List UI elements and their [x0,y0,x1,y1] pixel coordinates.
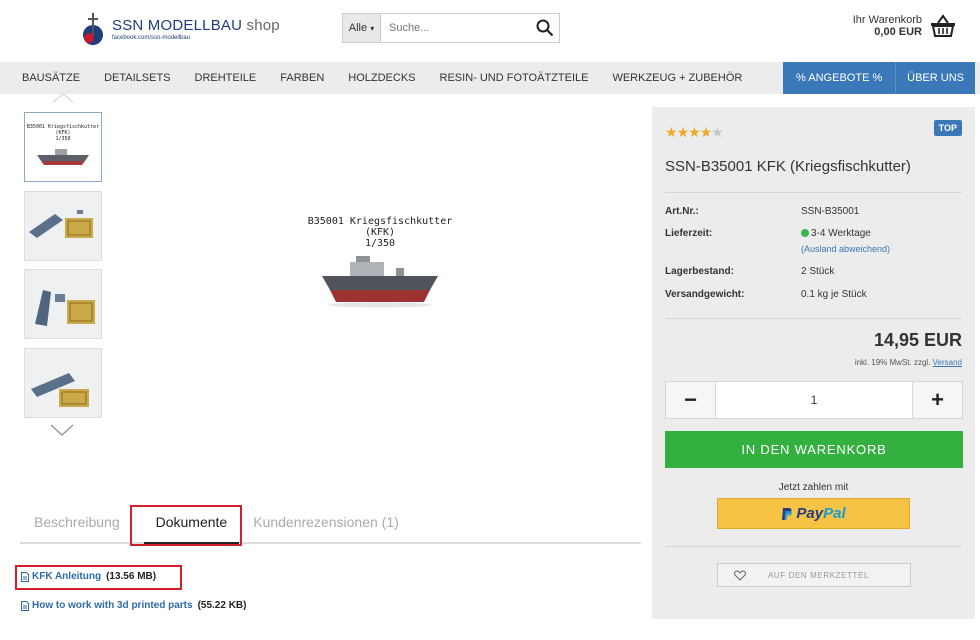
stock-value: 2 Stück [801,266,835,277]
divider [665,192,962,193]
search-button[interactable] [531,14,559,42]
nav-item-holzdecks[interactable]: HOLZDECKS [336,62,427,94]
star-empty-icon: ★ [711,124,724,140]
product-tabs: Beschreibung Dokumente Kundenrezensionen… [20,506,641,544]
delivery-value: 3-4 Werktage [801,228,871,239]
nav-item-werkzeug-zubehoer[interactable]: WERKZEUG + ZUBEHÖR [600,62,754,94]
caret-down-icon: ▾ [370,23,375,33]
document-link-3d-printed-parts[interactable]: How to work with 3d printed parts (55.22… [21,600,246,611]
stock-label: Lagerbestand: [665,266,734,277]
tab-kundenrezensionen[interactable]: Kundenrezensionen (1) [253,514,399,542]
rating-stars[interactable]: ★★★★★ [665,124,724,141]
site-logo[interactable]: SSN MODELLBAU shop facebook.com/ssn-mode… [80,8,280,50]
anchor-logo-icon [80,11,106,47]
highlight-box [15,565,182,590]
highlight-box [130,505,242,546]
site-header: SSN MODELLBAU shop facebook.com/ssn-mode… [0,0,980,62]
nav-item-drehteile[interactable]: DREHTEILE [183,62,269,94]
tab-beschreibung[interactable]: Beschreibung [34,514,120,542]
cart-total: 0,00 EUR [874,26,922,38]
parts-photo-image [25,270,101,338]
logo-title: SSN MODELLBAU [112,17,243,34]
wishlist-label: AUF DEN MERKZETTEL [768,570,870,580]
ship-model-image [322,256,438,308]
quantity-increase-button[interactable]: + [912,382,962,418]
top-badge: TOP [933,120,962,136]
logo-subtitle: facebook.com/ssn-modellbau [112,35,191,41]
add-to-cart-button[interactable]: IN DEN WARENKORB [665,431,963,468]
document-name[interactable]: How to work with 3d printed parts [32,600,193,611]
thumbnail-4[interactable] [24,348,102,418]
star-filled-icon: ★ [699,124,713,140]
pdf-file-icon [21,600,29,611]
nav-item-detailsets[interactable]: DETAILSETS [92,62,182,94]
product-title: SSN-B35001 KFK (Kriegsfischkutter) [665,158,911,175]
basket-icon [931,14,955,37]
divider [665,546,962,547]
header-cart[interactable]: Ihr Warenkorb 0,00 EUR [853,14,956,38]
vat-info: inkl. 19% MwSt. zzgl. Versand [854,358,962,367]
star-filled-icon: ★ [676,124,690,140]
search-category-dropdown[interactable]: Alle ▾ [343,14,381,42]
thumbnail-2[interactable] [24,191,102,261]
search-icon [536,19,554,37]
pay-with-label: Jetzt zahlen mit [778,482,849,493]
quantity-stepper: − 1 + [665,381,963,419]
art-nr-label: Art.Nr.: [665,206,699,217]
paypal-button[interactable]: Pay Pal [717,498,910,529]
document-size: (55.22 KB) [197,600,247,611]
product-buy-panel: ★★★★★ TOP SSN-B35001 KFK (Kriegsfischkut… [652,107,975,619]
main-navigation: BAUSÄTZE DETAILSETS DREHTEILE FARBEN HOL… [0,62,980,94]
paypal-logo-icon [782,507,793,520]
search-input[interactable] [381,14,531,42]
quantity-input[interactable]: 1 [716,382,912,418]
thumbnail-1[interactable]: B35001 Kriegsfischkutter (KFK) 1/350 [24,112,102,182]
star-filled-icon: ★ [688,124,701,140]
parts-photo-image [25,192,101,260]
ship-model-image [37,149,89,165]
image-title-line3: 1/350 [364,238,396,249]
availability-dot-icon [801,229,809,237]
chevron-down-icon [50,424,74,437]
weight-label: Versandgewicht: [665,289,745,300]
thumbnails-scroll-down-button[interactable] [50,424,74,439]
quantity-decrease-button[interactable]: − [666,382,716,418]
chevron-up-icon [52,93,74,103]
cart-label: Ihr Warenkorb [852,14,922,26]
heart-icon [734,569,746,581]
paypal-label-pay: Pay [796,505,824,522]
search-bar: Alle ▾ [342,13,560,43]
star-filled-icon: ★ [665,124,678,140]
paypal-label-pal: Pal [823,505,846,522]
wishlist-button[interactable]: AUF DEN MERKZETTEL [717,563,911,587]
nav-item-resin-fotoaetzteile[interactable]: RESIN- UND FOTOÄTZTEILE [428,62,601,94]
nav-item-bausaetze[interactable]: BAUSÄTZE [0,62,92,94]
shipping-link[interactable]: Versand [933,358,962,367]
divider [665,318,962,319]
delivery-note: (Ausland abweichend) [801,244,891,254]
thumbnail-3[interactable] [24,269,102,339]
nav-item-angebote[interactable]: % ANGEBOTE % [783,62,896,94]
parts-photo-image [25,349,101,417]
thumbnails-scroll-up-button[interactable] [52,92,74,106]
image-title-line1: B35001 Kriegsfischkutter [307,216,453,227]
logo-shop: shop [246,17,280,34]
art-nr-value: SSN-B35001 [801,206,860,217]
thumbnail-title-line3: 1/350 [55,136,71,142]
delivery-label: Lieferzeit: [665,228,713,239]
image-title-line2: (KFK) [364,227,396,238]
product-price: 14,95 EUR [873,330,962,350]
main-product-image[interactable]: B35001 Kriegsfischkutter (KFK) 1/350 [300,208,460,318]
weight-value: 0.1 kg je Stück [801,289,867,300]
nav-item-ueber-uns[interactable]: ÜBER UNS [895,62,975,94]
nav-item-farben[interactable]: FARBEN [268,62,336,94]
